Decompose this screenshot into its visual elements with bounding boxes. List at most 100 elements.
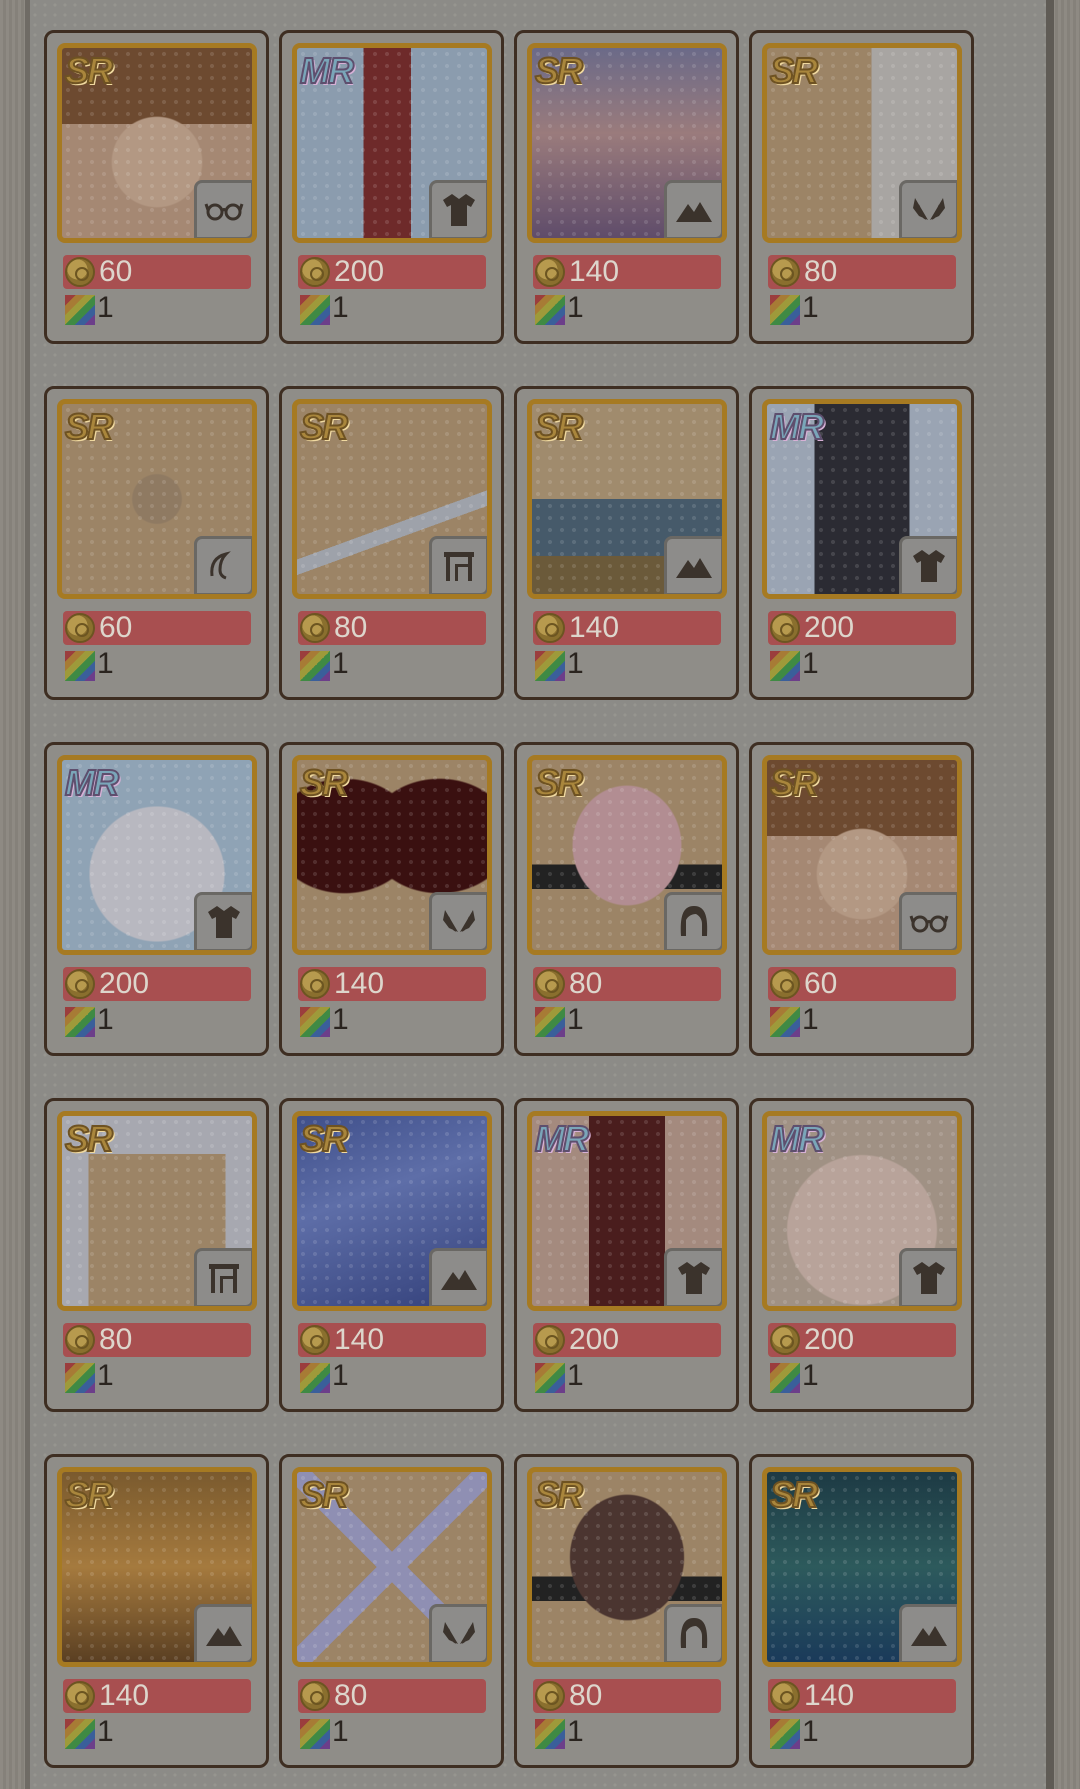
- item-thumbnail: SR: [762, 1467, 962, 1667]
- right-frame: [1046, 0, 1080, 1789]
- item-price: 80: [334, 1679, 368, 1712]
- item-price: 60: [99, 611, 133, 644]
- item-price: 80: [334, 611, 368, 644]
- rarity-badge: SR: [299, 761, 349, 804]
- rainbow-gem-icon: [770, 651, 800, 681]
- item-thumbnail: SR: [527, 1467, 727, 1667]
- rainbow-gem-icon: [535, 1719, 565, 1749]
- shop-item-card[interactable]: MR 200 1: [44, 742, 269, 1056]
- rainbow-gem-icon: [300, 1007, 330, 1037]
- gold-coin-icon: [65, 257, 95, 287]
- shop-item-card[interactable]: SR 80 1: [514, 1454, 739, 1768]
- item-quantity: 1: [802, 1715, 819, 1748]
- shop-item-card[interactable]: SR 140 1: [279, 742, 504, 1056]
- rainbow-gem-icon: [65, 1007, 95, 1037]
- shop-item-card[interactable]: SR 140 1: [279, 1098, 504, 1412]
- rainbow-gem-icon: [300, 651, 330, 681]
- background-icon: [664, 180, 722, 238]
- item-quantity: 1: [802, 647, 819, 680]
- item-quantity: 1: [332, 1359, 349, 1392]
- item-thumbnail: SR: [292, 399, 492, 599]
- accessory-glasses-icon: [899, 892, 957, 950]
- item-thumbnail: SR: [292, 1467, 492, 1667]
- item-thumbnail: SR: [57, 399, 257, 599]
- dress-icon: [899, 536, 957, 594]
- shop-item-card[interactable]: SR 80 1: [279, 1454, 504, 1768]
- item-thumbnail: SR: [292, 755, 492, 955]
- furniture-icon: [194, 1248, 252, 1306]
- gold-coin-icon: [770, 613, 800, 643]
- item-price: 140: [569, 255, 620, 288]
- item-thumbnail: MR: [292, 43, 492, 243]
- rainbow-gem-icon: [770, 1363, 800, 1393]
- shop-item-card[interactable]: MR 200 1: [279, 30, 504, 344]
- item-thumbnail: SR: [762, 43, 962, 243]
- shop-item-card[interactable]: SR 140 1: [514, 30, 739, 344]
- dress-icon: [899, 1248, 957, 1306]
- item-thumbnail: SR: [527, 399, 727, 599]
- shop-item-card[interactable]: SR 80 1: [514, 742, 739, 1056]
- shop-item-card[interactable]: SR 140 1: [44, 1454, 269, 1768]
- rarity-badge: SR: [769, 761, 819, 804]
- rainbow-gem-icon: [535, 295, 565, 325]
- rainbow-gem-icon: [300, 1363, 330, 1393]
- item-price: 200: [569, 1323, 620, 1356]
- gold-coin-icon: [535, 1681, 565, 1711]
- rainbow-gem-icon: [535, 1007, 565, 1037]
- item-price: 60: [99, 255, 133, 288]
- item-quantity: 1: [97, 647, 114, 680]
- item-price: 140: [334, 1323, 385, 1356]
- shop-item-card[interactable]: SR 140 1: [749, 1454, 974, 1768]
- rarity-badge: SR: [64, 49, 114, 92]
- item-thumbnail: SR: [57, 1111, 257, 1311]
- gold-coin-icon: [65, 1325, 95, 1355]
- hair-icon: [664, 1604, 722, 1662]
- item-quantity: 1: [332, 291, 349, 324]
- gold-coin-icon: [535, 969, 565, 999]
- item-quantity: 1: [567, 291, 584, 324]
- gold-coin-icon: [65, 1681, 95, 1711]
- rarity-badge: SR: [64, 1473, 114, 1516]
- shop-item-card[interactable]: MR 200 1: [514, 1098, 739, 1412]
- item-grid: SR 60 1 MR 200 1 SR 140 1 SR 80 1 SR 60 1 SR 80 1 SR 140 1 MR…: [44, 30, 976, 1768]
- rainbow-gem-icon: [300, 1719, 330, 1749]
- accessory-glasses-icon: [194, 180, 252, 238]
- item-price: 140: [99, 1679, 150, 1712]
- shop-item-card[interactable]: MR 200 1: [749, 1098, 974, 1412]
- shop-item-card[interactable]: SR 60 1: [44, 386, 269, 700]
- item-quantity: 1: [567, 1359, 584, 1392]
- rarity-badge: SR: [299, 1117, 349, 1160]
- rainbow-gem-icon: [65, 651, 95, 681]
- gold-coin-icon: [535, 613, 565, 643]
- item-quantity: 1: [567, 647, 584, 680]
- rarity-badge: SR: [534, 49, 584, 92]
- shop-item-card[interactable]: SR 140 1: [514, 386, 739, 700]
- shop-item-card[interactable]: SR 80 1: [279, 386, 504, 700]
- shop-item-card[interactable]: SR 80 1: [749, 30, 974, 344]
- rainbow-gem-icon: [535, 1363, 565, 1393]
- item-thumbnail: SR: [292, 1111, 492, 1311]
- rarity-badge: SR: [534, 405, 584, 448]
- gold-coin-icon: [770, 969, 800, 999]
- dress-icon: [194, 892, 252, 950]
- shop-item-card[interactable]: SR 60 1: [749, 742, 974, 1056]
- shop-item-card[interactable]: SR 60 1: [44, 30, 269, 344]
- rainbow-gem-icon: [300, 295, 330, 325]
- rainbow-gem-icon: [535, 651, 565, 681]
- rarity-badge: SR: [769, 49, 819, 92]
- item-price: 200: [99, 967, 150, 1000]
- rarity-badge: SR: [534, 1473, 584, 1516]
- item-price: 200: [804, 1323, 855, 1356]
- item-price: 80: [569, 1679, 603, 1712]
- wings-icon: [429, 1604, 487, 1662]
- background-icon: [194, 1604, 252, 1662]
- rarity-badge: SR: [769, 1473, 819, 1516]
- rarity-badge: MR: [769, 1117, 825, 1160]
- item-price: 80: [569, 967, 603, 1000]
- item-quantity: 1: [567, 1715, 584, 1748]
- item-quantity: 1: [332, 647, 349, 680]
- wings-icon: [899, 180, 957, 238]
- item-quantity: 1: [802, 1003, 819, 1036]
- shop-item-card[interactable]: MR 200 1: [749, 386, 974, 700]
- shop-item-card[interactable]: SR 80 1: [44, 1098, 269, 1412]
